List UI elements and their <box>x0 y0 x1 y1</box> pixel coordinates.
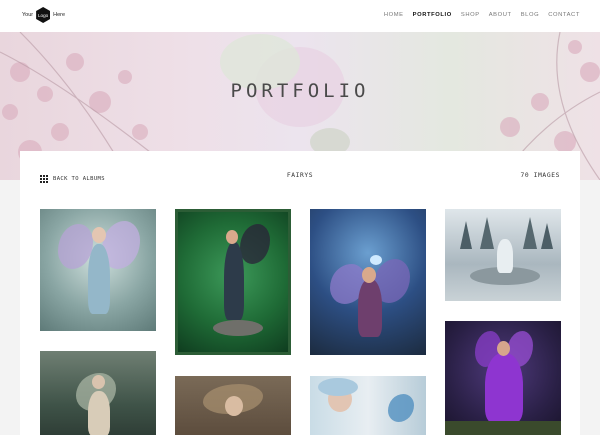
logo-hexagon-icon: Logo <box>36 7 51 23</box>
logo-badge-text: Logo <box>38 12 49 18</box>
album-title: FAIRYS <box>286 172 314 179</box>
nav-item-contact[interactable]: CONTACT <box>548 12 580 18</box>
image-count: 70 IMAGES <box>520 172 560 179</box>
nav-item-shop[interactable]: SHOP <box>461 12 480 18</box>
top-navigation-bar: Your Logo Here HOME PORTFOLIO SHOP ABOUT… <box>0 0 600 32</box>
logo-suffix: Here <box>53 12 66 18</box>
gallery-image[interactable] <box>40 351 156 435</box>
gallery-image[interactable] <box>310 209 426 355</box>
gallery-image[interactable] <box>175 376 291 435</box>
gallery-image[interactable] <box>175 209 291 355</box>
gallery-image[interactable] <box>445 321 561 435</box>
album-panel: BACK TO ALBUMS FAIRYS 70 IMAGES <box>20 151 580 435</box>
logo-prefix: Your <box>22 12 34 18</box>
nav-item-portfolio[interactable]: PORTFOLIO <box>413 12 452 18</box>
main-nav: HOME PORTFOLIO SHOP ABOUT BLOG CONTACT <box>384 12 580 18</box>
page-title: PORTFOLIO <box>230 80 370 102</box>
nav-item-blog[interactable]: BLOG <box>521 12 540 18</box>
site-logo[interactable]: Your Logo Here <box>22 6 65 24</box>
gallery-image[interactable] <box>310 376 426 435</box>
nav-item-home[interactable]: HOME <box>384 12 404 18</box>
nav-item-about[interactable]: ABOUT <box>489 12 512 18</box>
gallery-image[interactable] <box>40 209 156 331</box>
gallery-image[interactable] <box>445 209 561 301</box>
